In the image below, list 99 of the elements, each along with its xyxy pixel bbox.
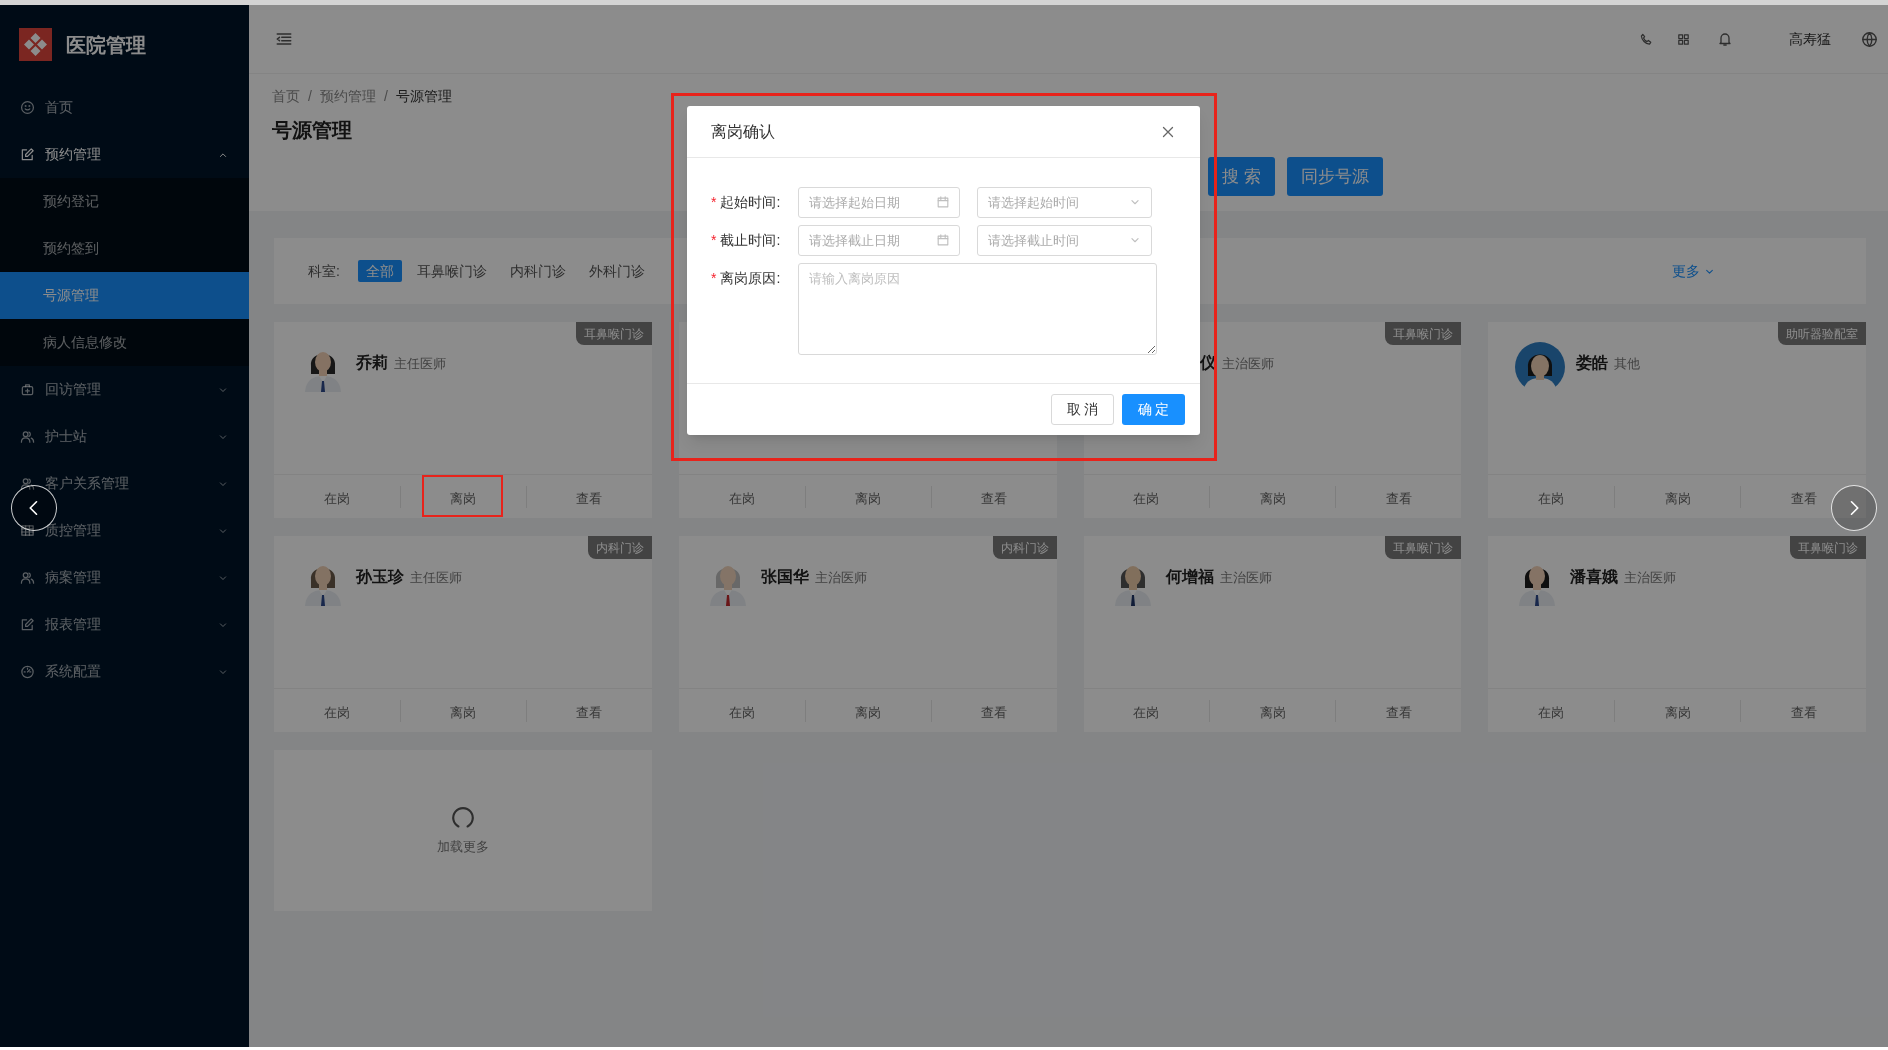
card-action-button[interactable]: 在岗 <box>1083 487 1210 510</box>
submenu-item[interactable]: 病人信息修改 <box>0 319 249 366</box>
edit-icon <box>20 147 35 162</box>
time-select[interactable]: 请选择截止时间 <box>977 225 1152 256</box>
filter-tag[interactable]: 耳鼻喉门诊 <box>416 260 487 282</box>
card-action-button[interactable]: 查看 <box>1336 701 1462 724</box>
card-action-button[interactable]: 离岗 <box>1615 487 1741 510</box>
filter-tag[interactable]: 外科门诊 <box>588 260 645 282</box>
doctor-title: 主治医师 <box>1221 355 1274 373</box>
required-mark: * <box>711 231 717 250</box>
page-title: 号源管理 <box>272 118 352 143</box>
card-action-button[interactable]: 在岗 <box>1488 487 1615 510</box>
more-link[interactable]: 更多 <box>1672 260 1716 282</box>
loading-icon <box>449 804 476 831</box>
card-action-button[interactable]: 在岗 <box>274 487 400 510</box>
menu-item[interactable]: 客户关系管理 <box>0 460 249 507</box>
doctor-title: 主任医师 <box>410 569 462 587</box>
field-label: 起始时间: <box>720 193 781 212</box>
card-action-button[interactable]: 查看 <box>526 487 652 510</box>
breadcrumb-separator: / <box>308 86 312 106</box>
calendar-icon <box>936 233 950 247</box>
doctor-name: 娄皓 <box>1576 353 1609 373</box>
menu-item[interactable]: 预约管理 <box>0 131 249 178</box>
filter-tag[interactable]: 内科门诊 <box>509 260 566 282</box>
sync-button[interactable]: 同步号源 <box>1286 157 1383 196</box>
menu-fold-icon <box>275 30 293 48</box>
date-picker[interactable]: 请选择起始日期 <box>798 187 960 218</box>
menu-item[interactable]: 首页 <box>0 84 249 131</box>
card-action-button[interactable]: 查看 <box>526 701 652 724</box>
submenu-item[interactable]: 预约签到 <box>0 225 249 272</box>
card-action-button[interactable]: 离岗 <box>805 701 931 724</box>
field-label: 截止时间: <box>720 231 781 250</box>
globe-icon <box>1861 30 1878 48</box>
card-action-button[interactable]: 查看 <box>1741 701 1866 724</box>
doctor-name: 乔莉 <box>356 353 388 373</box>
menu-item[interactable]: 回访管理 <box>0 366 249 413</box>
breadcrumb-link[interactable]: 预约管理 <box>319 85 376 107</box>
card-action-button[interactable]: 查看 <box>1741 487 1866 510</box>
menu-item[interactable]: 报表管理 <box>0 601 249 648</box>
department-tag: 内科门诊 <box>992 536 1057 559</box>
card-action-button[interactable]: 离岗 <box>1615 701 1741 724</box>
card-action-button[interactable]: 离岗 <box>400 701 526 724</box>
menu-item[interactable]: 质控管理 <box>0 507 249 554</box>
doctor-title: 主治医师 <box>1624 569 1677 587</box>
submenu-item[interactable]: 号源管理 <box>0 272 249 319</box>
confirm-button[interactable]: 确 定 <box>1122 394 1185 425</box>
card-action-button[interactable]: 离岗 <box>1210 701 1336 724</box>
required-mark: * <box>711 193 717 212</box>
card-action-button[interactable]: 在岗 <box>678 701 805 724</box>
card-action-button[interactable]: 查看 <box>1336 487 1462 510</box>
notification-button[interactable] <box>1717 31 1733 47</box>
card-action-button[interactable]: 在岗 <box>1083 701 1210 724</box>
breadcrumb-separator: / <box>383 86 388 106</box>
search-button[interactable]: 搜 索 <box>1208 157 1275 196</box>
card-action-button[interactable]: 在岗 <box>274 701 400 724</box>
card-action-button[interactable]: 查看 <box>931 487 1057 510</box>
breadcrumb-link[interactable]: 首页 <box>272 85 300 107</box>
card-action-button[interactable]: 离岗 <box>805 487 931 510</box>
bell-icon <box>1717 31 1733 47</box>
menu-item[interactable]: 护士站 <box>0 413 249 460</box>
department-tag: 助听器验配室 <box>1778 322 1866 345</box>
apps-button[interactable] <box>1676 31 1691 47</box>
load-more-text: 加载更多 <box>436 837 489 856</box>
doctor-name: 张国华 <box>760 567 809 587</box>
user-name[interactable]: 高寿猛 <box>1789 28 1831 50</box>
doctor-title: 主任医师 <box>394 355 446 373</box>
reason-textarea[interactable]: 请输入离岗原因 <box>798 263 1157 355</box>
department-tag: 内科门诊 <box>587 536 652 559</box>
menu-item[interactable]: 系统配置 <box>0 648 249 695</box>
filter-label: 科室: <box>308 261 340 281</box>
date-picker[interactable]: 请选择截止日期 <box>798 225 960 256</box>
doctor-title: 主治医师 <box>1219 569 1272 587</box>
field-label: 离岗原因: <box>720 269 781 288</box>
doctor-title: 其他 <box>1614 355 1641 373</box>
time-select[interactable]: 请选择起始时间 <box>977 187 1152 218</box>
filter-tag[interactable]: 全部 <box>357 260 402 282</box>
next-button[interactable] <box>1831 485 1877 531</box>
phone-icon <box>1639 31 1654 47</box>
phone-button[interactable] <box>1639 31 1654 47</box>
logo-icon <box>19 28 52 61</box>
card-action-button[interactable]: 离岗 <box>1210 487 1336 510</box>
menu-item[interactable]: 病案管理 <box>0 554 249 601</box>
doctor-name: 何增福 <box>1165 567 1214 587</box>
doctor-name: 孙玉珍 <box>356 567 404 587</box>
required-mark: * <box>711 269 717 288</box>
app-title: 医院管理 <box>66 32 146 58</box>
card-action-button[interactable]: 在岗 <box>678 487 805 510</box>
dialog-title: 离岗确认 <box>711 121 775 142</box>
calendar-icon <box>936 195 950 209</box>
card-action-button[interactable]: 离岗 <box>400 487 526 510</box>
card-action-button[interactable]: 在岗 <box>1488 701 1615 724</box>
load-more-card[interactable]: 加载更多 <box>274 750 652 911</box>
cancel-button[interactable]: 取 消 <box>1051 394 1114 425</box>
doctor-title: 主治医师 <box>814 569 867 587</box>
card-action-button[interactable]: 查看 <box>931 701 1057 724</box>
submenu-item[interactable]: 预约登记 <box>0 178 249 225</box>
grid-icon <box>1676 31 1691 47</box>
doctor-name: 潘喜娥 <box>1570 567 1619 587</box>
language-button[interactable] <box>1861 30 1878 48</box>
